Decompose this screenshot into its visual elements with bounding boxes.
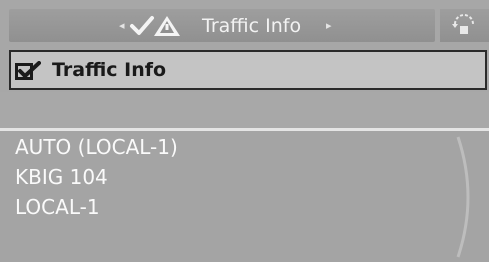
empty-row — [0, 92, 489, 130]
list-item-local-1[interactable]: LOCAL-1 — [15, 195, 100, 219]
checkbox-checked-icon — [15, 61, 41, 80]
right-arrow-icon[interactable]: ▸ — [326, 20, 332, 31]
menu-options-icon — [452, 14, 474, 34]
left-arrow-icon[interactable]: ◂ — [119, 20, 125, 31]
header-title: Traffic Info — [202, 15, 302, 37]
traffic-warning-icon — [130, 16, 180, 36]
options-button[interactable] — [440, 9, 489, 42]
traffic-info-screen: ◂ Traffic Info ▸ Traffic Info AUTO (LOCA… — [0, 0, 489, 262]
traffic-info-toggle[interactable]: Traffic Info — [9, 50, 487, 90]
list-item-kbig-104[interactable]: KBIG 104 — [15, 165, 108, 189]
scroll-indicator[interactable] — [452, 135, 482, 259]
header-bar: ◂ Traffic Info ▸ — [9, 9, 435, 42]
traffic-info-label: Traffic Info — [52, 59, 167, 81]
list-item-auto-local-1[interactable]: AUTO (LOCAL-1) — [15, 135, 178, 159]
